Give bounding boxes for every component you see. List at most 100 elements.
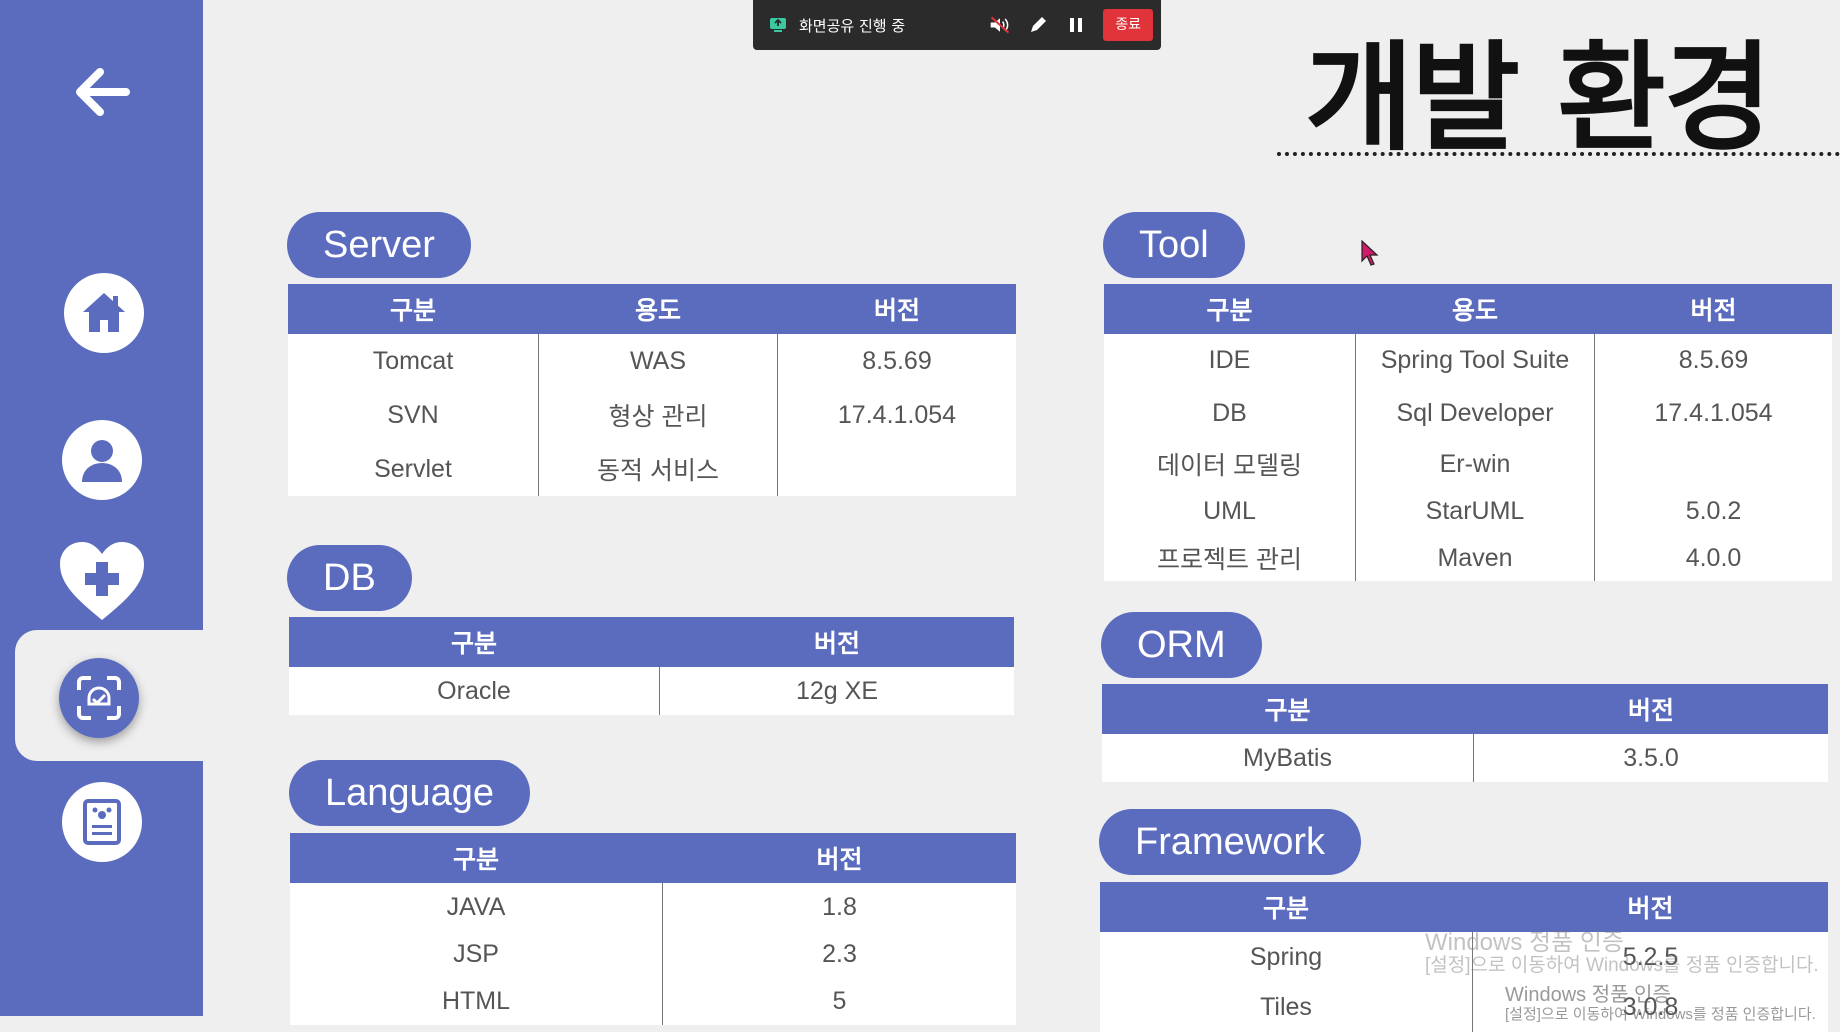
sidebar xyxy=(0,0,203,1016)
table-cell: MyBatis xyxy=(1243,743,1332,772)
table-header: 용도 xyxy=(538,284,778,334)
table-header: 구분 xyxy=(288,284,539,334)
table-header: 구분 xyxy=(290,833,663,883)
table-cell: 3.5.0 xyxy=(1473,734,1828,782)
activation-watermark-text: [설정]으로 이동하여 Windows를 정품 인증합니다. xyxy=(1425,955,1819,976)
table-cell: 5.0.2 xyxy=(1594,488,1832,535)
heart-plus-icon xyxy=(60,542,144,620)
table-header: 버전 xyxy=(777,284,1016,334)
table-cell: 12g XE xyxy=(659,667,1014,715)
table-cell: IDE xyxy=(1208,345,1251,374)
table-cell: 17.4.1.054 xyxy=(777,388,1016,442)
table-cell: Er-win xyxy=(1355,440,1595,488)
table-cell: 프로젝트 관리 xyxy=(1157,546,1302,574)
tool-table: 구분 용도 버전 IDE Spring Tool Suite 8.5.69 DB… xyxy=(1104,284,1832,581)
table-row: SVN 형상 관리 17.4.1.054 xyxy=(288,388,1016,442)
table-cell: StarUML xyxy=(1355,488,1595,535)
table-cell: Servlet xyxy=(374,454,452,483)
cursor-icon xyxy=(1361,240,1379,266)
table-header: 구분 xyxy=(289,617,660,667)
table-cell: 1.8 xyxy=(662,883,1016,931)
nav-health-button[interactable] xyxy=(58,540,146,622)
page-title: 개발 환경 xyxy=(1305,29,1772,167)
table-cell: 4.0.0 xyxy=(1594,535,1832,581)
table-cell: 8.5.69 xyxy=(1594,334,1832,386)
home-icon xyxy=(83,293,125,332)
pen-icon xyxy=(1031,17,1047,32)
table-cell: Maven xyxy=(1355,535,1595,581)
table-header: 구분 xyxy=(1104,284,1356,334)
share-screen-icon xyxy=(770,18,786,32)
table-cell: JSP xyxy=(453,940,499,968)
table-row: Oracle 12g XE xyxy=(289,667,1014,715)
nav-record-button[interactable] xyxy=(62,782,142,862)
table-cell: WAS xyxy=(538,334,778,388)
db-section-title: DB xyxy=(287,545,412,611)
table-header: 버전 xyxy=(1473,684,1828,734)
framework-section-title: Framework xyxy=(1099,809,1362,875)
table-row: HTML 5 xyxy=(290,978,1016,1025)
table-row: Servlet 동적 서비스 xyxy=(288,442,1016,496)
language-table: 구분 버전 JAVA 1.8 JSP 2.3 HTML 5 xyxy=(290,833,1016,1025)
table-cell: Tomcat xyxy=(372,346,454,375)
table-row: JSP 2.3 xyxy=(290,931,1016,978)
table-cell: Spring Tool Suite xyxy=(1355,334,1595,386)
back-arrow-icon[interactable] xyxy=(70,60,134,124)
server-section-title: Server xyxy=(287,212,471,278)
table-cell: 동적 서비스 xyxy=(538,442,778,496)
table-cell: 17.4.1.054 xyxy=(1594,386,1832,440)
nav-user-button[interactable] xyxy=(62,420,142,500)
table-row: 프로젝트 관리 Maven 4.0.0 xyxy=(1104,535,1832,581)
table-cell xyxy=(777,442,1016,496)
table-cell: Sql Developer xyxy=(1355,386,1595,440)
table-row: MyBatis 3.5.0 xyxy=(1102,734,1828,782)
db-table: 구분 버전 Oracle 12g XE xyxy=(289,617,1014,715)
nav-home-button[interactable] xyxy=(64,273,144,353)
orm-section-title: ORM xyxy=(1101,612,1262,678)
server-table: 구분 용도 버전 Tomcat WAS 8.5.69 SVN 형상 관리 17.… xyxy=(288,284,1016,496)
table-cell: Spring xyxy=(1249,942,1323,971)
table-header: 버전 xyxy=(659,617,1014,667)
table-cell: HTML xyxy=(441,987,511,1015)
orm-table: 구분 버전 MyBatis 3.5.0 xyxy=(1102,684,1828,782)
scan-check-icon xyxy=(77,676,121,720)
table-cell: 8.5.69 xyxy=(777,334,1016,388)
table-cell: 데이터 모델링 xyxy=(1157,452,1302,480)
table-cell: SVN xyxy=(387,400,439,429)
table-cell: DB xyxy=(1212,398,1247,427)
table-header: 구분 xyxy=(1100,882,1473,932)
tool-section-title: Tool xyxy=(1103,212,1245,278)
end-share-button[interactable]: 종료 xyxy=(1103,9,1153,41)
table-header: 구분 xyxy=(1102,684,1474,734)
document-paw-icon xyxy=(83,799,121,845)
language-section-title: Language xyxy=(289,760,531,826)
title-divider xyxy=(1277,152,1840,156)
table-header: 버전 xyxy=(662,833,1016,883)
table-row: DB Sql Developer 17.4.1.054 xyxy=(1104,386,1832,440)
table-cell: Tiles xyxy=(1260,992,1312,1021)
table-cell: 2.3 xyxy=(662,931,1016,978)
table-cell: Oracle xyxy=(437,676,511,705)
mute-button[interactable] xyxy=(989,14,1011,36)
nav-devenv-button[interactable] xyxy=(59,658,139,738)
table-cell: 5 xyxy=(662,978,1016,1025)
table-row: 데이터 모델링 Er-win xyxy=(1104,440,1832,488)
table-cell xyxy=(1594,440,1832,488)
table-row: IDE Spring Tool Suite 8.5.69 xyxy=(1104,334,1832,386)
activation-watermark-text-2: [설정]으로 이동하여 Windows를 정품 인증합니다. xyxy=(1505,1006,1816,1023)
table-cell: JAVA xyxy=(446,892,506,921)
screen-share-bar: 화면공유 진행 중 종료 xyxy=(753,0,1161,50)
table-row: JAVA 1.8 xyxy=(290,883,1016,931)
table-header: 버전 xyxy=(1594,284,1832,334)
draw-button[interactable] xyxy=(1027,14,1049,36)
table-row: UML StarUML 5.0.2 xyxy=(1104,488,1832,535)
table-header: 용도 xyxy=(1355,284,1595,334)
pause-icon xyxy=(1070,18,1083,32)
user-icon xyxy=(82,440,122,482)
table-cell: UML xyxy=(1203,497,1256,525)
share-status: 화면공유 진행 중 xyxy=(799,16,906,35)
table-cell: 형상 관리 xyxy=(538,388,778,442)
pause-button[interactable] xyxy=(1065,14,1087,36)
table-row: Tomcat WAS 8.5.69 xyxy=(288,334,1016,388)
mute-icon xyxy=(990,16,1010,34)
